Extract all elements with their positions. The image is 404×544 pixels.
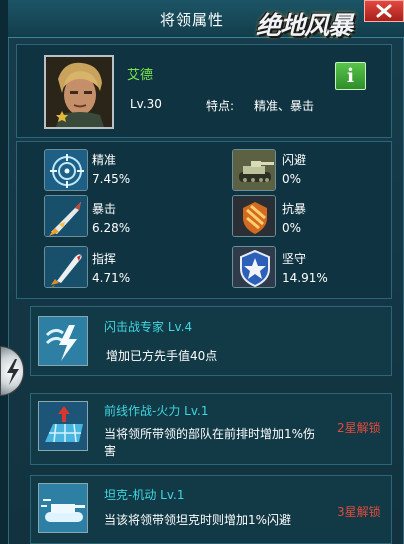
lightning-icon bbox=[38, 316, 88, 366]
portrait-image bbox=[46, 57, 112, 127]
stat-label-anti-critical: 抗暴 bbox=[282, 202, 307, 216]
stat-value-precision: 7.45% bbox=[92, 172, 131, 186]
general-name: 艾德 bbox=[127, 68, 154, 83]
unlock-label-3-star: 3星解锁 bbox=[337, 505, 381, 519]
star-shield-icon bbox=[232, 246, 276, 288]
skill-name-tank-mobility: 坦克-机动 Lv.1 bbox=[104, 488, 185, 502]
close-x-icon bbox=[376, 4, 392, 18]
stat-value-anti-critical: 0% bbox=[282, 221, 302, 235]
armor-shield-icon bbox=[232, 195, 276, 237]
stat-label-command: 指挥 bbox=[92, 252, 117, 266]
stat-value-defense: 14.91% bbox=[282, 271, 328, 285]
skill-name-frontline-firepower: 前线作战-火力 Lv.1 bbox=[104, 404, 209, 418]
stat-value-critical: 6.28% bbox=[92, 221, 131, 235]
stat-label-defense: 坚守 bbox=[282, 252, 307, 266]
page-title: 将领属性 bbox=[160, 11, 225, 29]
grid-arrow-icon bbox=[38, 401, 88, 451]
stat-value-evasion: 0% bbox=[282, 172, 302, 186]
stat-value-command: 4.71% bbox=[92, 271, 131, 285]
tank-icon bbox=[232, 149, 276, 191]
skill-desc-tank-mobility: 当该将领带领坦克时则增加1%闪避 bbox=[104, 513, 292, 527]
stat-label-critical: 暴击 bbox=[92, 202, 117, 216]
stat-label-precision: 精准 bbox=[92, 153, 117, 167]
game-logo: 绝地风暴 bbox=[256, 11, 353, 40]
stat-label-evasion: 闪避 bbox=[282, 153, 307, 167]
general-portrait bbox=[44, 55, 114, 129]
info-button[interactable]: i bbox=[335, 62, 366, 90]
missile-icon bbox=[44, 195, 88, 237]
close-button[interactable] bbox=[364, 0, 404, 22]
lightning-arrow-icon bbox=[7, 359, 19, 385]
rocket-icon bbox=[44, 246, 88, 288]
general-level: Lv.30 bbox=[130, 97, 162, 111]
previous-general-button[interactable] bbox=[0, 346, 24, 396]
skill-desc-frontline-firepower: 当将领所带领的部队在前排时增加1%伤害 bbox=[104, 427, 316, 458]
trait-value: 精准、暴击 bbox=[254, 99, 315, 113]
trait-label: 特点: bbox=[206, 99, 235, 113]
info-icon: i bbox=[346, 65, 355, 87]
skill-desc-blitz: 增加已方先手值40点 bbox=[106, 349, 218, 363]
skill-name-blitz: 闪击战专家 Lv.4 bbox=[104, 320, 193, 334]
tank-skill-icon bbox=[38, 483, 88, 533]
unlock-label-2-star: 2星解锁 bbox=[337, 421, 381, 435]
crosshair-icon bbox=[44, 149, 88, 191]
